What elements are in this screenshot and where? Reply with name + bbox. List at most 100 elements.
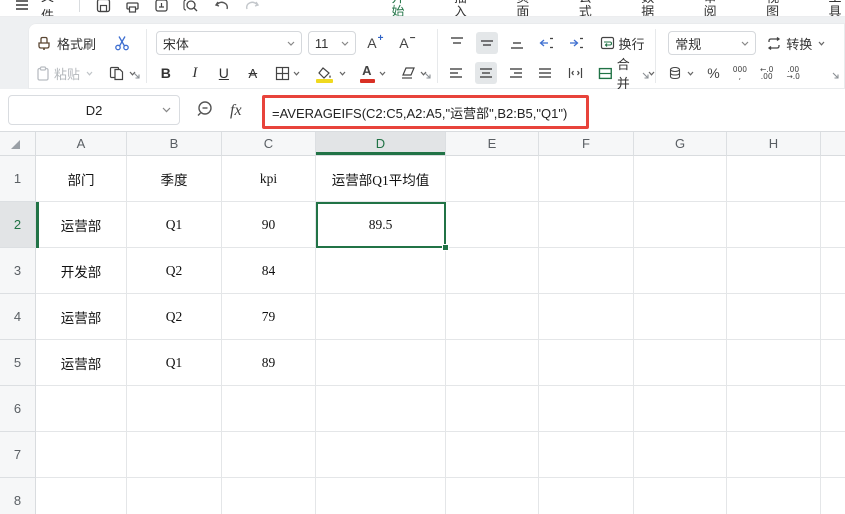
cell-C4[interactable]: 79	[222, 294, 316, 340]
export-icon[interactable]	[154, 0, 169, 13]
file-menu[interactable]: 文件	[41, 0, 63, 17]
cell-H7[interactable]	[727, 432, 821, 478]
cell-A6[interactable]	[36, 386, 127, 432]
cell-D2[interactable]: 89.5	[316, 202, 446, 248]
column-header-B[interactable]: B	[127, 132, 222, 156]
cell-G1[interactable]	[634, 156, 727, 202]
currency-button[interactable]	[668, 66, 694, 80]
cell-E5[interactable]	[446, 340, 539, 386]
column-header-G[interactable]: G	[634, 132, 727, 156]
cell-F2[interactable]	[539, 202, 634, 248]
bold-button[interactable]: B	[156, 62, 176, 84]
font-color-button[interactable]: A	[356, 62, 388, 84]
cell-I5[interactable]	[821, 340, 845, 386]
cell-G5[interactable]	[634, 340, 727, 386]
cell-H5[interactable]	[727, 340, 821, 386]
increase-indent-button[interactable]	[566, 32, 588, 54]
cell-F3[interactable]	[539, 248, 634, 294]
cell-I1[interactable]	[821, 156, 845, 202]
distribute-button[interactable]	[564, 62, 586, 84]
row-header-2[interactable]: 2	[0, 202, 36, 248]
cell-E4[interactable]	[446, 294, 539, 340]
align-center-button[interactable]	[475, 62, 497, 84]
cell-F5[interactable]	[539, 340, 634, 386]
cell-E2[interactable]	[446, 202, 539, 248]
cut-button[interactable]	[110, 32, 134, 54]
fill-handle[interactable]	[442, 244, 449, 251]
column-header-H[interactable]: H	[727, 132, 821, 156]
cell-H2[interactable]	[727, 202, 821, 248]
align-left-button[interactable]	[446, 62, 468, 84]
cell-C3[interactable]: 84	[222, 248, 316, 294]
cell-A4[interactable]: 运营部	[36, 294, 127, 340]
decrease-indent-button[interactable]	[536, 32, 558, 54]
row-header-5[interactable]: 5	[0, 340, 36, 386]
decrease-font-button[interactable]: A−	[394, 32, 420, 54]
number-format-select[interactable]: 常规	[668, 31, 756, 55]
cell-B4[interactable]: Q2	[127, 294, 222, 340]
cell-D3[interactable]	[316, 248, 446, 294]
cell-H4[interactable]	[727, 294, 821, 340]
tab-视图[interactable]: 视图	[764, 0, 782, 17]
cell-G6[interactable]	[634, 386, 727, 432]
cell-D8[interactable]	[316, 478, 446, 514]
font-size-select[interactable]: 11	[308, 31, 356, 55]
row-header-3[interactable]: 3	[0, 248, 36, 294]
cell-B1[interactable]: 季度	[127, 156, 222, 202]
cell-I7[interactable]	[821, 432, 845, 478]
undo-icon[interactable]	[214, 0, 230, 12]
strikethrough-button[interactable]: A	[243, 62, 263, 84]
tab-工具[interactable]: 工具	[827, 0, 845, 17]
row-header-4[interactable]: 4	[0, 294, 36, 340]
cell-D4[interactable]	[316, 294, 446, 340]
cell-B5[interactable]: Q1	[127, 340, 222, 386]
format-painter-button[interactable]: 格式刷	[36, 34, 106, 53]
formula-input[interactable]: =AVERAGEIFS(C2:C5,A2:A5,"运营部",B2:B5,"Q1"…	[265, 103, 567, 122]
cell-I2[interactable]	[821, 202, 845, 248]
cell-F6[interactable]	[539, 386, 634, 432]
name-box[interactable]: D2	[8, 95, 180, 125]
font-family-select[interactable]: 宋体	[156, 31, 302, 55]
cell-E6[interactable]	[446, 386, 539, 432]
cell-C8[interactable]	[222, 478, 316, 514]
underline-button[interactable]: U	[214, 62, 234, 84]
row-header-1[interactable]: 1	[0, 156, 36, 202]
decrease-decimal-button[interactable]: ←.0.00	[760, 66, 773, 80]
tab-审阅[interactable]: 审阅	[702, 0, 720, 17]
percent-style-button[interactable]: %	[707, 65, 719, 81]
save-icon[interactable]	[96, 0, 111, 13]
cell-C6[interactable]	[222, 386, 316, 432]
print-icon[interactable]	[125, 0, 140, 13]
font-dialog-launcher[interactable]	[424, 67, 432, 85]
cell-I4[interactable]	[821, 294, 845, 340]
redo-icon[interactable]	[244, 0, 260, 12]
alignment-dialog-launcher[interactable]	[642, 67, 650, 85]
print-preview-icon[interactable]	[183, 0, 200, 13]
tab-公式[interactable]: 公式	[577, 0, 595, 17]
hamburger-icon[interactable]	[15, 0, 29, 11]
cell-D7[interactable]	[316, 432, 446, 478]
row-header-8[interactable]: 8	[0, 478, 36, 514]
cell-D6[interactable]	[316, 386, 446, 432]
fill-color-button[interactable]	[313, 62, 347, 84]
select-all-button[interactable]	[0, 132, 36, 156]
tab-插入[interactable]: 插入	[452, 0, 470, 17]
cell-B3[interactable]: Q2	[127, 248, 222, 294]
row-header-7[interactable]: 7	[0, 432, 36, 478]
tab-页面[interactable]: 页面	[514, 0, 532, 17]
cell-B2[interactable]: Q1	[127, 202, 222, 248]
cell-E7[interactable]	[446, 432, 539, 478]
cell-B6[interactable]	[127, 386, 222, 432]
borders-button[interactable]	[272, 62, 304, 84]
justify-button[interactable]	[535, 62, 557, 84]
cell-G4[interactable]	[634, 294, 727, 340]
cell-E1[interactable]	[446, 156, 539, 202]
italic-button[interactable]: I	[185, 62, 205, 84]
cell-A8[interactable]	[36, 478, 127, 514]
align-middle-button[interactable]	[476, 32, 498, 54]
cell-B8[interactable]	[127, 478, 222, 514]
cell-I6[interactable]	[821, 386, 845, 432]
number-dialog-launcher[interactable]	[832, 67, 840, 85]
cell-F8[interactable]	[539, 478, 634, 514]
cell-A3[interactable]: 开发部	[36, 248, 127, 294]
